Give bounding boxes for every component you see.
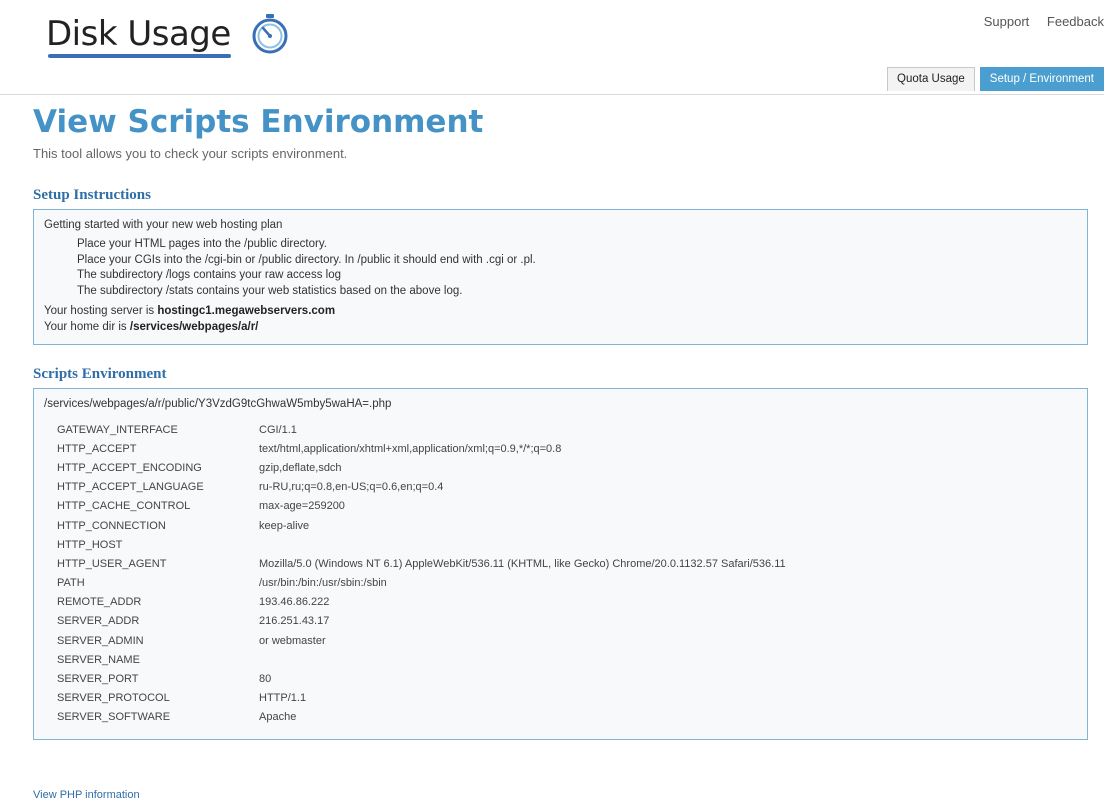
env-value: text/html,application/xhtml+xml,applicat… — [259, 442, 562, 455]
env-row: HTTP_HOST — [57, 535, 786, 554]
env-value: ru-RU,ru;q=0.8,en-US;q=0.6,en;q=0.4 — [259, 481, 444, 494]
header: Disk Usage Support Feedback Quota Usage … — [0, 0, 1104, 95]
env-value: CGI/1.1 — [259, 423, 297, 436]
support-link[interactable]: Support — [984, 14, 1030, 29]
env-key: REMOTE_ADDR — [57, 596, 142, 609]
env-row: REMOTE_ADDR 193.46.86.222 — [57, 593, 786, 612]
env-key: SERVER_PORT — [57, 673, 139, 686]
env-value — [259, 535, 786, 554]
env-row: PATH/usr/bin:/bin:/usr/sbin:/sbin — [57, 574, 786, 593]
logo[interactable]: Disk Usage — [46, 14, 291, 58]
env-key: HTTP_USER_AGENT — [57, 557, 167, 570]
env-key: SERVER_PROTOCOL — [57, 692, 170, 705]
env-row: SERVER_ADDR 216.251.43.17 — [57, 612, 786, 631]
env-row: GATEWAY_INTERFACE CGI/1.1 — [57, 420, 786, 439]
view-php-info-link[interactable]: View PHP information — [33, 789, 140, 801]
env-key: HTTP_HOST — [57, 538, 123, 551]
main-content: View Scripts Environment This tool allow… — [33, 104, 1088, 740]
home-dir-label: Your home dir is — [44, 320, 130, 333]
env-value: gzip,deflate,sdch — [259, 461, 342, 474]
setup-step: The subdirectory /stats contains your we… — [77, 284, 463, 297]
env-value: max-age=259200 — [259, 500, 345, 513]
home-dir-value: /services/webpages/a/r/ — [129, 320, 259, 333]
env-key: HTTP_CONNECTION — [57, 519, 166, 532]
scripts-environment-panel: /services/webpages/a/r/public/Y3VzdG9tcG… — [33, 388, 1088, 740]
hosting-server-label: Your hosting server is — [44, 305, 158, 317]
environment-table: GATEWAY_INTERFACE CGI/1.1 HTTP_ACCEPT text/… — [57, 420, 786, 727]
env-row: SERVER_ADMIN or webmaster — [57, 631, 786, 650]
home-dir-line: Your home dir is /services/webpages/a/r/ — [44, 320, 1077, 336]
env-key: HTTP_ACCEPT_ENCODING — [57, 461, 202, 474]
scripts-environment-title: Scripts Environment — [33, 366, 167, 382]
env-row: HTTP_ACCEPT_ENCODING gzip,deflate,sdch — [57, 458, 786, 477]
env-value: or webmaster — [259, 634, 326, 647]
tab-quota-usage[interactable]: Quota Usage — [887, 67, 975, 91]
env-row: SERVER_PROTOCOL HTTP/1.1 — [57, 689, 786, 708]
env-value — [259, 650, 786, 669]
env-key: SERVER_NAME — [57, 653, 140, 666]
setup-instructions-panel: Getting started with your new web hostin… — [33, 209, 1088, 345]
env-value: 193.46.86.222 — [259, 596, 330, 609]
env-key: HTTP_ACCEPT — [57, 442, 137, 455]
logo-label: Disk Usage — [46, 14, 231, 54]
env-value: 80 — [259, 673, 272, 686]
setup-instructions-title: Setup Instructions — [33, 187, 151, 203]
hosting-server-line: Your hosting server is hostingc1.megaweb… — [44, 304, 1077, 320]
env-row: HTTP_CONNECTION keep-alive — [57, 516, 786, 535]
env-row: SERVER_NAME — [57, 650, 786, 669]
env-key: SERVER_ADDR — [57, 615, 140, 628]
setup-step: The subdirectory /logs contains your raw… — [77, 269, 341, 281]
page-title: View Scripts Environment — [33, 104, 484, 140]
stopwatch-icon — [252, 14, 288, 54]
logo-underline — [48, 54, 231, 58]
feedback-link[interactable]: Feedback — [1047, 14, 1104, 29]
tab-setup-environment[interactable]: Setup / Environment — [979, 67, 1104, 91]
env-row: SERVER_SOFTWARE Apache — [57, 708, 786, 727]
top-links: Support Feedback — [970, 14, 1104, 29]
tab-bar: Quota Usage Setup / Environment — [882, 67, 1104, 91]
env-key: GATEWAY_INTERFACE — [57, 423, 178, 436]
env-row: SERVER_PORT 80 — [57, 669, 786, 688]
hosting-server-value: hostingc1.megawebservers.com — [157, 305, 336, 317]
page: Disk Usage Support Feedback Quota Usage … — [0, 0, 1104, 802]
env-key: HTTP_ACCEPT_LANGUAGE — [57, 481, 204, 494]
setup-step: Place your CGIs into the /cgi-bin or /pu… — [77, 253, 536, 266]
page-subtitle: This tool allows you to check your scrip… — [33, 146, 348, 161]
env-key: SERVER_ADMIN — [57, 634, 144, 647]
env-row: HTTP_USER_AGENT Mozilla/5.0 (Windows NT 6… — [57, 554, 786, 573]
env-value: Mozilla/5.0 (Windows NT 6.1) AppleWebKit… — [259, 557, 786, 570]
env-value: Apache — [259, 711, 297, 724]
env-value: HTTP/1.1 — [259, 692, 307, 705]
logo-text: Disk Usage — [46, 14, 231, 58]
env-value: /usr/bin:/bin:/usr/sbin:/sbin — [259, 577, 387, 590]
env-row: HTTP_ACCEPT_LANGUAGE ru-RU,ru;q=0.8,en-US… — [57, 478, 786, 497]
env-key: SERVER_SOFTWARE — [57, 711, 171, 724]
env-value: keep-alive — [259, 519, 310, 532]
env-row: HTTP_CACHE_CONTROL max-age=259200 — [57, 497, 786, 516]
script-path: /services/webpages/a/r/public/Y3VzdG9tcG… — [44, 398, 392, 410]
setup-intro: Getting started with your new web hostin… — [44, 219, 283, 231]
env-row: HTTP_ACCEPT text/html,application/xhtml+x… — [57, 439, 786, 458]
setup-step: Place your HTML pages into the /public d… — [77, 238, 327, 250]
env-value: 216.251.43.17 — [259, 615, 330, 628]
env-key: HTTP_CACHE_CONTROL — [57, 500, 191, 513]
env-key: PATH — [57, 577, 85, 590]
